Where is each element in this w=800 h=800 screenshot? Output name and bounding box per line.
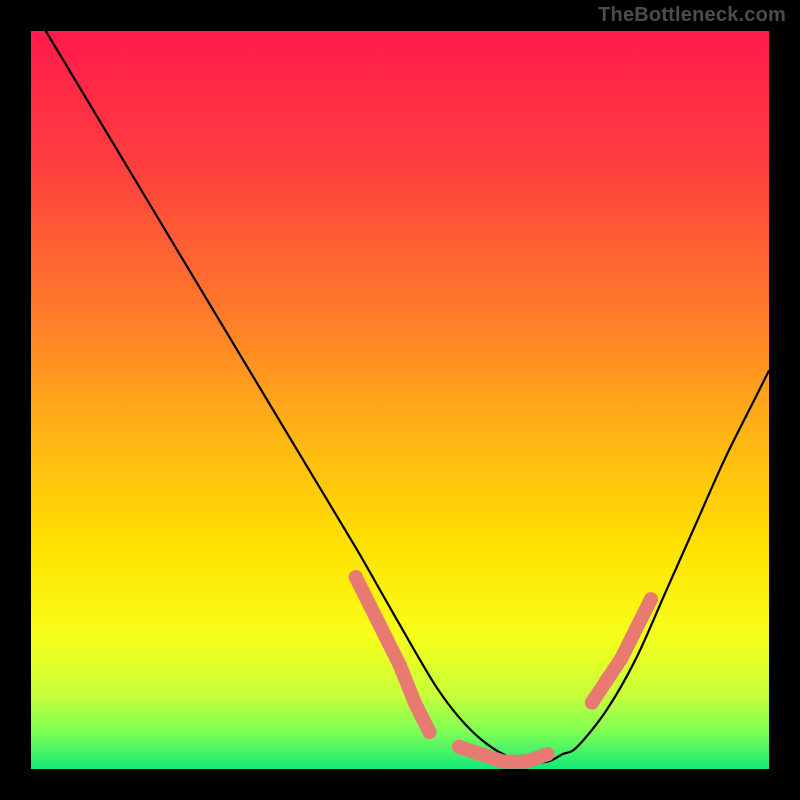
chart-stage: TheBottleneck.com xyxy=(0,0,800,800)
marker-dot xyxy=(644,592,658,606)
marker-dot xyxy=(423,725,437,739)
chart-svg xyxy=(0,0,800,800)
marker-dot xyxy=(541,747,555,761)
watermark-text: TheBottleneck.com xyxy=(598,4,786,27)
